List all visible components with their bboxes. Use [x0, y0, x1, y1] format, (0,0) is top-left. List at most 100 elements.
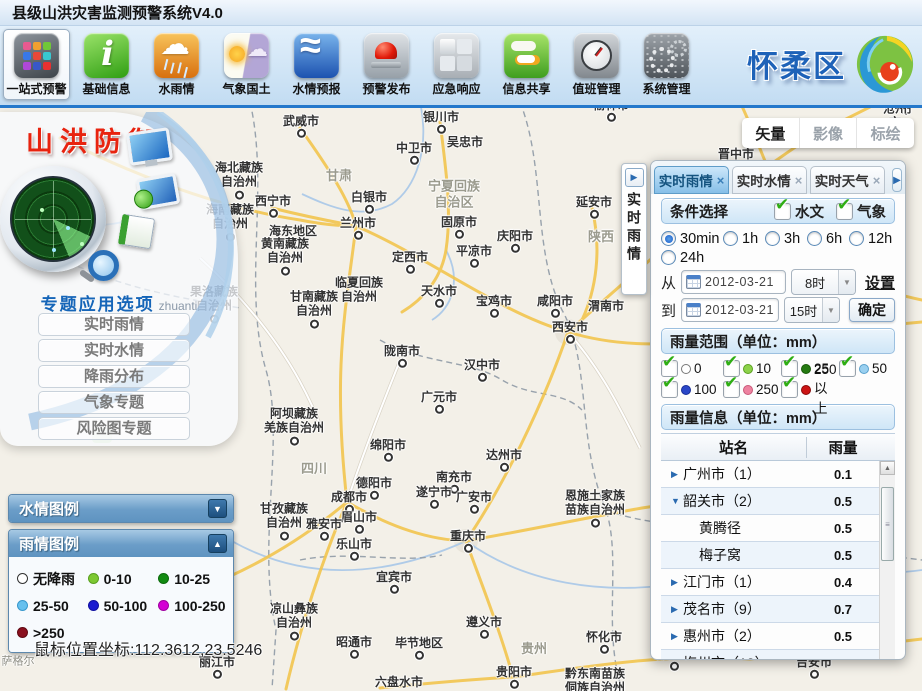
range-checkbox[interactable]: ✔ 250 — [723, 379, 781, 400]
expand-icon[interactable]: ▼ — [671, 496, 683, 506]
chevron-down-icon[interactable]: ▼ — [838, 270, 855, 294]
toolbar-items: 一站式预警 基础信息 水雨情 气象国土 — [0, 29, 700, 100]
table-row[interactable]: ▶ 江门市（1） 0.4 — [661, 569, 895, 596]
chevron-down-icon[interactable]: ▼ — [822, 298, 839, 322]
menu-item[interactable]: 降雨分布 — [38, 365, 190, 388]
toolbar-item[interactable]: 基础信息 — [73, 29, 140, 100]
alarm-icon — [364, 33, 409, 78]
rain-legend-header[interactable]: 雨情图例 ▲ — [9, 530, 233, 557]
range-dot-icon — [681, 364, 691, 374]
range-checkbox[interactable]: ✔ 100 — [661, 379, 723, 400]
scroll-up-icon[interactable]: ▲ — [880, 461, 895, 475]
close-icon[interactable]: × — [873, 173, 881, 188]
interval-radio[interactable]: 1h — [723, 229, 765, 248]
table-row[interactable]: ▶ 茂名市（9） 0.7 — [661, 596, 895, 623]
tab[interactable]: 实时天气 × — [810, 166, 885, 194]
theme-menu: 实时雨情 实时水情 降雨分布 气象专题 风险图专题 — [38, 313, 190, 443]
menu-item[interactable]: 实时水情 — [38, 339, 190, 362]
condition-checkbox[interactable]: ✔ 气象 — [836, 201, 886, 222]
to-hour-select[interactable]: 15时 ▼ — [784, 297, 840, 323]
toolbar-item[interactable]: 系统管理 — [633, 29, 700, 100]
tabs-scroll-right-icon[interactable]: ▶ — [892, 168, 902, 192]
rainfall-value: 0.1 — [807, 467, 879, 482]
station-name: 惠州市（2） — [683, 626, 807, 646]
settings-link[interactable]: 设置 — [865, 272, 895, 293]
rain-cloud-icon — [154, 33, 199, 78]
mouse-coords: 鼠标位置坐标:112.3612,23.5246 — [34, 636, 262, 660]
menu-item[interactable]: 气象专题 — [38, 391, 190, 414]
weather-land-icon — [224, 33, 269, 78]
close-icon[interactable]: × — [795, 173, 803, 188]
clock-duty-icon — [574, 33, 619, 78]
toolbar-item[interactable]: 信息共享 — [493, 29, 560, 100]
tab-strip: 实时雨情 × 实时水情 × 实时天气 × — [654, 166, 885, 194]
interval-radio[interactable]: 3h — [765, 229, 807, 248]
toolbar-label: 基础信息 — [82, 80, 130, 97]
interval-radio[interactable]: 6h — [807, 229, 849, 248]
layer-button[interactable]: 矢量 — [742, 118, 799, 148]
calendar-icon[interactable] — [686, 303, 701, 317]
window-title: 县级山洪灾害监测预警系统V4.0 — [12, 2, 223, 23]
interval-radio[interactable]: 12h — [849, 229, 895, 248]
condition-checks: ✔ 水文 ✔ 气象 — [774, 201, 886, 222]
toolbar-item[interactable]: 一站式预警 — [3, 29, 70, 100]
condition-checkbox[interactable]: ✔ 水文 — [774, 201, 824, 222]
table-row[interactable]: ▶ 梅州市（13） 0.4 — [661, 650, 895, 660]
from-hour-select[interactable]: 8时 ▼ — [791, 269, 856, 295]
menu-item[interactable]: 实时雨情 — [38, 313, 190, 336]
collapse-icon[interactable]: ▼ — [208, 499, 227, 518]
toolbar-item[interactable]: 水雨情 — [143, 29, 210, 100]
expand-icon[interactable]: ▶ — [671, 631, 683, 642]
interval-radio[interactable]: 30min — [661, 229, 723, 248]
expand-icon[interactable]: ▶ — [671, 469, 683, 480]
tab[interactable]: 实时雨情 × — [654, 166, 729, 194]
toolbar-label: 应急响应 — [432, 80, 480, 97]
info-title: 雨量信息（单位：mm） — [670, 407, 826, 428]
rain-legend: 雨情图例 ▲ 无降雨 0-10 10-25 — [8, 529, 234, 653]
collapse-icon[interactable]: ▲ — [208, 534, 227, 553]
checkbox-icon: ✔ — [723, 381, 740, 398]
toolbar-item[interactable]: 预警发布 — [353, 29, 420, 100]
from-date-input[interactable]: 2012-03-21 — [681, 270, 786, 294]
tab[interactable]: 实时水情 × — [732, 166, 807, 194]
interval-radio[interactable]: 24h — [661, 248, 723, 267]
range-checkbox[interactable]: ✔ 50 — [839, 358, 894, 379]
radio-icon — [661, 250, 676, 265]
station-name: 韶关市（2） — [683, 491, 807, 511]
interval-label: 3h — [784, 231, 800, 247]
table-row[interactable]: ▶ 惠州市（2） 0.5 — [661, 623, 895, 650]
toolbar-item[interactable]: 气象国土 — [213, 29, 280, 100]
interval-label: 30min — [680, 231, 720, 247]
water-legend-title: 水情图例 — [19, 498, 79, 519]
toolbar-item[interactable]: 应急响应 — [423, 29, 490, 100]
app-window: 巴彦淖尔市 大同市 北京市 天津市 沧州市 — [0, 0, 922, 691]
toolbar-item[interactable]: 值班管理 — [563, 29, 630, 100]
expand-icon[interactable]: ▶ — [671, 577, 683, 588]
layer-button[interactable]: 标绘 — [856, 118, 914, 148]
confirm-button[interactable]: 确定 — [849, 298, 895, 322]
table-row[interactable]: ▼ 韶关市（2） 0.5 — [661, 488, 895, 515]
range-checkbox[interactable]: ✔ 250以上 — [781, 379, 839, 400]
legend-item: 100-250 — [158, 592, 229, 619]
expand-icon[interactable]: ▶ — [671, 604, 683, 615]
panel-collapse-handle[interactable]: ▶ 实时雨情 — [621, 163, 647, 295]
table-row[interactable]: ▶ 广州市（1） 0.1 — [661, 461, 895, 488]
legend-dot-icon — [88, 600, 99, 611]
menu-item[interactable]: 风险图专题 — [38, 417, 190, 440]
scrollbar-thumb[interactable]: ≡ — [881, 487, 894, 561]
range-title: 雨量范围（单位：mm） — [670, 331, 826, 352]
rainfall-value: 0.5 — [807, 548, 879, 563]
chevron-right-icon[interactable]: ▶ — [625, 168, 644, 187]
table-scrollbar[interactable]: ▲ ≡ ▼ — [879, 461, 895, 660]
layer-button[interactable]: 影像 — [799, 118, 857, 148]
calendar-icon[interactable] — [686, 275, 701, 289]
to-date-input[interactable]: 2012-03-21 — [681, 298, 779, 322]
expand-icon[interactable]: ▶ — [671, 658, 683, 661]
radio-icon — [807, 231, 822, 246]
close-icon[interactable]: × — [717, 173, 725, 188]
water-legend-header[interactable]: 水情图例 ▼ — [9, 495, 233, 522]
table-row[interactable]: 黄腾径 0.5 — [661, 515, 895, 542]
table-row[interactable]: 梅子窝 0.5 — [661, 542, 895, 569]
toolbar-item[interactable]: 水情预报 — [283, 29, 350, 100]
legend-dot-icon — [17, 627, 28, 638]
